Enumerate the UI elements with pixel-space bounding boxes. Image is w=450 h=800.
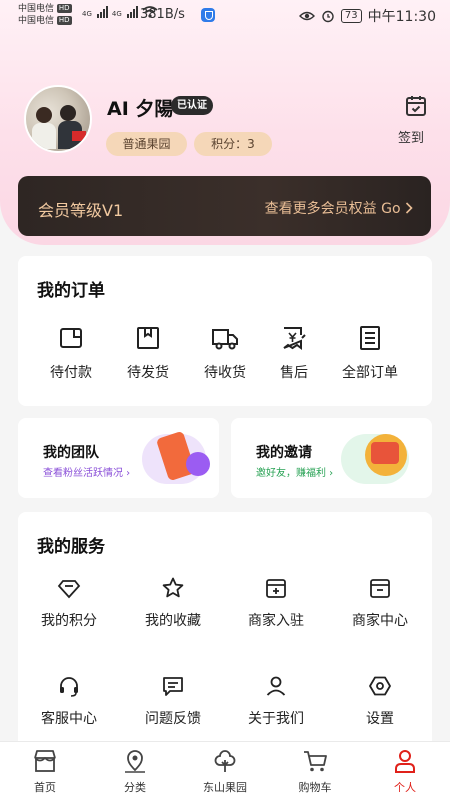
order-after-sales[interactable]: 售后 (254, 324, 334, 382)
location-icon (125, 750, 145, 773)
service-about-us[interactable]: 关于我们 (236, 674, 316, 728)
invite-title: 我的邀请 (256, 445, 312, 461)
service-favorites[interactable]: 我的收藏 (133, 576, 213, 630)
eye-icon (298, 11, 315, 21)
invite-card[interactable]: 我的邀请 邀好友，赚福利 › (231, 418, 432, 498)
service-merchant-join[interactable]: 商家入驻 (236, 576, 316, 630)
invite-subtitle: 邀好友，赚福利 › (256, 468, 334, 479)
signin-button[interactable] (395, 94, 437, 122)
clock: 中午11:30 (367, 9, 436, 25)
carrier-1: 中国电信 (18, 4, 55, 14)
app-shield-icon (201, 8, 215, 22)
package-icon (137, 327, 159, 349)
tab-cart[interactable]: 购物车 (280, 748, 350, 795)
gift-box-icon (371, 442, 399, 464)
services-card: 我的服务 我的积分 我的收藏 商家入驻 商家中心 客服中心 问题反馈 关于我们 … (18, 512, 432, 752)
service-feedback[interactable]: 问题反馈 (133, 674, 213, 728)
chevron-right-icon (405, 202, 413, 214)
orders-title: 我的订单 (37, 281, 105, 301)
order-list-icon (360, 326, 380, 350)
hd-badge-2: HD (56, 16, 72, 25)
status-bar: 中国电信 HD 中国电信 HD 4G 4G 381B/s 73 中午11:30 (0, 0, 450, 32)
avatar[interactable] (24, 85, 92, 153)
member-level-banner[interactable]: 会员等级V1 查看更多会员权益 Go (18, 176, 431, 236)
feedback-icon (163, 677, 183, 696)
wallet-icon (60, 328, 82, 348)
signin-label[interactable]: 签到 (398, 127, 424, 146)
order-pending-shipment[interactable]: 待发货 (108, 324, 188, 382)
star-icon (162, 577, 184, 598)
alarm-icon (322, 10, 334, 23)
calendar-check-icon (406, 96, 426, 116)
nickname: AI 夕陽 (107, 98, 174, 120)
user-icon (266, 676, 286, 696)
tab-personal[interactable]: 个人 (370, 748, 440, 795)
home-shop-icon (34, 750, 56, 772)
bottom-tab-bar: 首页 分类 东山果园 购物车 个人 (0, 741, 450, 800)
team-badge-graphic (186, 452, 210, 476)
person-icon (395, 750, 415, 773)
network-type-2: 4G (111, 10, 122, 18)
carrier-info: 中国电信 HD 中国电信 HD (18, 3, 72, 27)
network-speed: 381B/s (140, 7, 185, 22)
level-tag: 普通果园 (106, 132, 187, 156)
service-settings[interactable]: 设置 (340, 674, 420, 728)
service-customer-support[interactable]: 客服中心 (29, 674, 109, 728)
cart-icon (304, 751, 327, 772)
member-benefits-link[interactable]: 查看更多会员权益 Go (265, 198, 413, 218)
settings-icon (369, 676, 391, 696)
services-title: 我的服务 (37, 537, 105, 557)
network-type-1: 4G (82, 10, 92, 18)
carrier-2: 中国电信 (18, 16, 55, 26)
service-my-points[interactable]: 我的积分 (29, 576, 109, 630)
tab-home[interactable]: 首页 (10, 748, 80, 795)
refund-icon (283, 327, 306, 350)
battery-level: 73 (340, 9, 362, 23)
tree-icon (214, 750, 236, 772)
orders-card: 我的订单 待付款 待发货 待收货 售后 全部订单 (18, 256, 432, 406)
store-icon (370, 579, 390, 598)
truck-icon (212, 329, 238, 350)
tab-category[interactable]: 分类 (100, 748, 170, 795)
hd-badge: HD (56, 4, 72, 13)
diamond-icon (57, 580, 81, 599)
order-all[interactable]: 全部订单 (330, 324, 410, 382)
tab-orchard[interactable]: 东山果园 (190, 748, 260, 795)
headset-icon (60, 677, 78, 697)
team-card[interactable]: 我的团队 查看粉丝活跃情况 › (18, 418, 219, 498)
points-tag[interactable]: 积分：3 (194, 132, 272, 156)
service-merchant-center[interactable]: 商家中心 (340, 576, 420, 630)
team-subtitle: 查看粉丝活跃情况 › (43, 468, 131, 479)
team-title: 我的团队 (43, 445, 99, 461)
store-add-icon (266, 579, 286, 598)
verified-badge: 已认证 (171, 96, 213, 115)
member-level-title: 会员等级V1 (38, 201, 124, 220)
order-pending-payment[interactable]: 待付款 (31, 324, 111, 382)
order-pending-receipt[interactable]: 待收货 (185, 324, 265, 382)
